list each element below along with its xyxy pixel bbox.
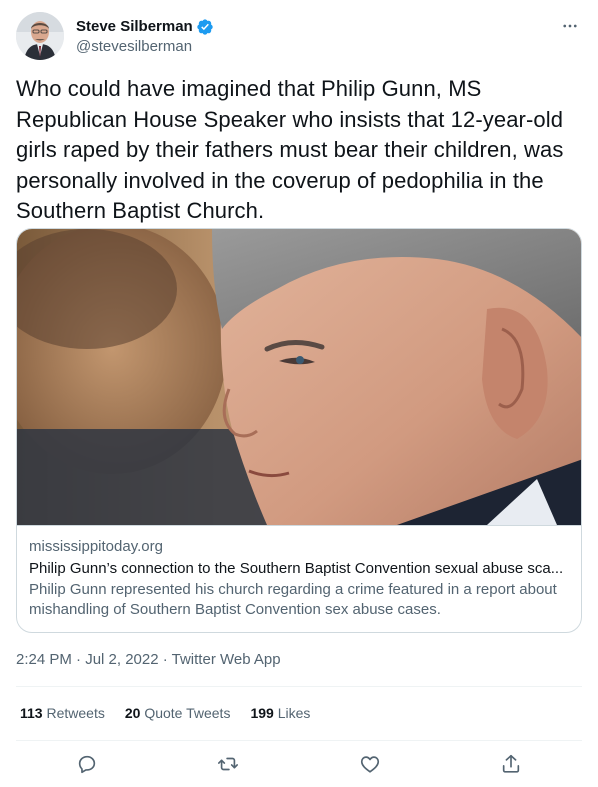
link-card[interactable]: mississippitoday.org Philip Gunn’s conne…: [16, 228, 582, 633]
quotes-label: Quote Tweets: [144, 705, 231, 721]
author-names: Steve Silberman @stevesilberman: [76, 12, 214, 56]
user-handle[interactable]: @stevesilberman: [76, 37, 214, 56]
quotes-count: 20: [124, 705, 141, 721]
retweets-count: 113: [20, 705, 43, 721]
tweet-text: Who could have imagined that Philip Gunn…: [16, 76, 564, 223]
like-icon[interactable]: [350, 744, 390, 784]
share-icon[interactable]: [491, 744, 531, 784]
divider: [16, 740, 582, 741]
likes-count: 199: [250, 705, 274, 721]
divider: [16, 686, 582, 687]
verified-badge-icon: [196, 18, 214, 36]
card-body: mississippitoday.org Philip Gunn’s conne…: [17, 525, 581, 620]
engagement-stats: 113 Retweets 20 Quote Tweets 199 Likes: [20, 703, 330, 723]
display-name[interactable]: Steve Silberman: [76, 17, 193, 36]
likes-stat[interactable]: 199 Likes: [250, 703, 310, 723]
name-row: Steve Silberman: [76, 17, 214, 36]
card-description: Philip Gunn represented his church regar…: [29, 581, 557, 618]
card-domain: mississippitoday.org: [29, 538, 163, 555]
tweet-timestamp[interactable]: 2:24 PM · Jul 2, 2022 · Twitter Web App: [16, 650, 281, 670]
retweets-label: Retweets: [46, 705, 105, 721]
retweet-icon[interactable]: [208, 744, 248, 784]
retweets-stat[interactable]: 113 Retweets: [20, 703, 105, 723]
card-title[interactable]: Philip Gunn’s connection to the Southern…: [29, 559, 569, 579]
card-image: [17, 229, 581, 525]
avatar-image: [16, 12, 64, 60]
avatar[interactable]: [16, 12, 64, 60]
more-icon[interactable]: [558, 14, 582, 38]
tweet-header: Steve Silberman @stevesilberman: [16, 12, 582, 62]
likes-label: Likes: [277, 705, 311, 721]
reply-icon[interactable]: [67, 744, 107, 784]
quotes-stat[interactable]: 20 Quote Tweets: [125, 703, 231, 723]
action-bar: [16, 742, 582, 786]
